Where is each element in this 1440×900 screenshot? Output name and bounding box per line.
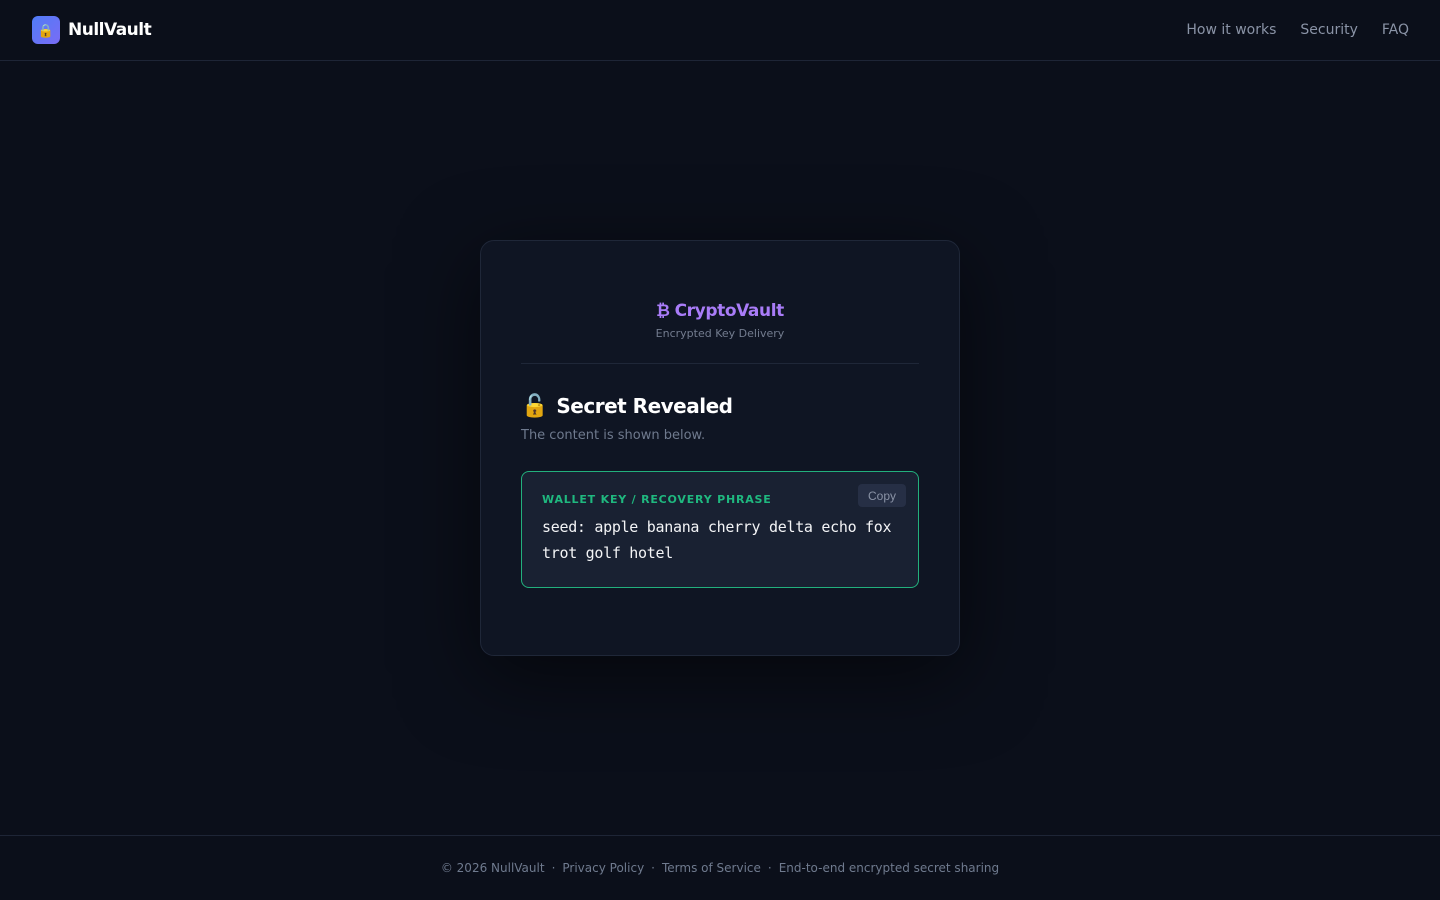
page-title: Secret Revealed bbox=[556, 394, 733, 418]
secret-card: ₿ CryptoVault Encrypted Key Delivery 🔓 S… bbox=[480, 240, 960, 656]
nav-faq[interactable]: FAQ bbox=[1382, 22, 1409, 38]
vault-name: CryptoVault bbox=[674, 301, 785, 321]
main-nav: How it works Security FAQ bbox=[1186, 22, 1409, 38]
footer-separator: · bbox=[551, 861, 556, 875]
footer-separator: · bbox=[767, 861, 772, 875]
reveal-title-row: 🔓 Secret Revealed bbox=[521, 394, 919, 418]
nav-security[interactable]: Security bbox=[1300, 22, 1358, 38]
nav-how-it-works[interactable]: How it works bbox=[1186, 22, 1276, 38]
footer-privacy-link[interactable]: Privacy Policy bbox=[562, 861, 644, 875]
bitcoin-icon: ₿ bbox=[656, 301, 670, 321]
open-lock-icon: 🔓 bbox=[521, 393, 549, 418]
brand-name: NullVault bbox=[68, 20, 152, 40]
footer-copyright: © 2026 NullVault bbox=[440, 861, 545, 875]
secret-label: WALLET KEY / RECOVERY PHRASE bbox=[542, 493, 772, 506]
reveal-description: The content is shown below. bbox=[521, 428, 706, 443]
vault-title: ₿ CryptoVault bbox=[521, 301, 919, 321]
secret-value[interactable]: seed: apple banana cherry delta echo fox… bbox=[542, 514, 898, 566]
brand[interactable]: 🔒 NullVault bbox=[32, 16, 152, 44]
copy-button[interactable]: Copy bbox=[857, 484, 906, 507]
lock-icon: 🔒 bbox=[32, 16, 60, 44]
top-nav-bar: 🔒 NullVault How it works Security FAQ bbox=[0, 0, 1440, 61]
secret-box: WALLET KEY / RECOVERY PHRASE Copy seed: … bbox=[521, 471, 919, 588]
divider bbox=[521, 363, 919, 364]
footer-tagline: End-to-end encrypted secret sharing bbox=[778, 861, 1000, 875]
vault-subtitle: Encrypted Key Delivery bbox=[655, 327, 785, 340]
footer-separator: · bbox=[651, 861, 655, 875]
vault-header: ₿ CryptoVault Encrypted Key Delivery bbox=[521, 241, 919, 340]
footer-terms-link[interactable]: Terms of Service bbox=[662, 861, 761, 875]
footer: © 2026 NullVault · Privacy Policy · Term… bbox=[0, 835, 1440, 900]
